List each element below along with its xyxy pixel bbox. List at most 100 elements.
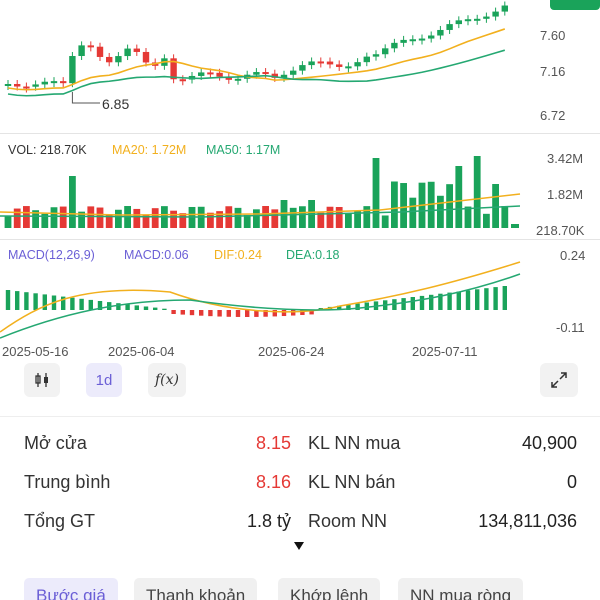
candle-body — [106, 56, 113, 63]
candle-body — [391, 42, 398, 49]
volume-bar — [179, 213, 187, 228]
macd-histogram-bar — [24, 292, 29, 310]
volume-bar — [234, 207, 242, 228]
candle-body — [464, 19, 472, 22]
candle-body — [455, 20, 462, 25]
price-axis-label-high: 7.60 — [540, 28, 566, 43]
candle-body — [437, 29, 444, 36]
volume-bar — [225, 206, 233, 228]
volume-bar — [381, 215, 389, 228]
expand-icon — [551, 372, 567, 388]
volume-bar — [345, 213, 352, 228]
macd-histogram-bar — [79, 298, 84, 310]
candle-body — [124, 48, 131, 57]
macd-axis-label-high: 0.24 — [560, 248, 586, 263]
macd-histogram-bar — [15, 291, 20, 310]
macd-histogram-bar — [33, 293, 38, 310]
candle-body — [354, 62, 361, 67]
candle-body — [60, 81, 67, 84]
candle-body — [492, 11, 499, 17]
volume-bar — [455, 166, 463, 228]
candle-body — [372, 54, 380, 57]
candle-body — [50, 81, 58, 84]
stat-foreign-buy-label: KL NN mua — [308, 433, 401, 453]
volume-bar — [335, 207, 343, 228]
stat-foreign-room-label: Room NN — [308, 511, 388, 531]
macd-histogram-bar — [88, 299, 93, 310]
candle-body — [317, 61, 324, 64]
stat-open-value: 8.15 — [255, 433, 291, 453]
tab-price-step[interactable]: Bước giá — [24, 578, 118, 600]
chart-type-button[interactable] — [24, 363, 60, 397]
volume-bar — [96, 207, 104, 228]
candle-body — [308, 61, 315, 66]
volume-bar — [483, 213, 490, 228]
candle-body — [474, 18, 481, 21]
expand-button[interactable] — [540, 363, 578, 397]
volume-axis-label-mid: 1.82M — [547, 187, 584, 202]
candle-body — [14, 84, 21, 87]
volume-bar — [492, 184, 499, 228]
date-axis-label: 2025-07-11 — [412, 344, 478, 359]
stat-average-value: 8.16 — [255, 472, 291, 492]
macd-histogram-bar — [153, 307, 158, 310]
candle-body — [345, 66, 352, 69]
candle-body — [501, 5, 508, 12]
tab-matched-orders[interactable]: Khớp lệnh — [278, 578, 381, 600]
price-axis-label-mid: 7.16 — [540, 64, 566, 79]
current-price-badge — [550, 0, 600, 10]
volume-bar — [69, 176, 76, 228]
divider — [0, 416, 600, 417]
volume-axis-label-low: 218.70K — [536, 223, 585, 238]
candle-body — [23, 86, 30, 89]
macd-histogram-bar — [180, 310, 185, 315]
candle-body — [290, 70, 297, 75]
volume-bar — [253, 209, 260, 228]
macd-histogram-bar — [162, 308, 167, 310]
macd-histogram-bar — [189, 310, 195, 316]
interval-button[interactable]: 1d — [86, 363, 122, 397]
macd-histogram-bar — [410, 297, 415, 310]
divider — [0, 133, 600, 134]
volume-bar-chart[interactable] — [0, 140, 600, 236]
volume-bar — [473, 156, 481, 228]
macd-histogram-bar — [419, 295, 425, 310]
macd-histogram-bar — [199, 310, 204, 316]
price-candlestick-chart[interactable] — [0, 0, 600, 130]
candle-body — [69, 56, 76, 84]
macd-chart[interactable] — [0, 244, 600, 340]
tab-foreign-net-buy[interactable]: NN mua ròng — [398, 578, 524, 600]
stat-average-label: Trung bình — [24, 472, 111, 492]
tab-liquidity[interactable]: Thanh khoản — [134, 578, 258, 600]
macd-histogram-bar — [226, 310, 231, 317]
candle-body — [336, 64, 343, 67]
volume-bar — [133, 208, 141, 228]
stat-total-value: 1.8 tỷ — [246, 511, 291, 531]
macd-histogram-bar — [401, 298, 406, 310]
expand-stats-caret-icon[interactable] — [294, 542, 304, 550]
divider — [0, 239, 600, 240]
volume-bar — [243, 214, 251, 228]
stat-foreign-sell-label: KL NN bán — [308, 472, 396, 492]
candle-body — [207, 72, 214, 75]
volume-bar — [501, 206, 509, 228]
macd-histogram-bar — [143, 306, 149, 310]
indicator-button[interactable]: f(x) — [148, 363, 186, 397]
candle-body — [326, 61, 334, 65]
macd-axis-label-low: -0.11 — [556, 320, 585, 335]
macd-histogram-bar — [217, 310, 222, 317]
candle-body — [253, 72, 260, 75]
macd-histogram-bar — [465, 290, 471, 310]
stat-foreign-room-value: 134,811,036 — [478, 511, 577, 531]
macd-histogram-bar — [493, 287, 498, 310]
date-axis-label: 2025-06-04 — [108, 344, 175, 359]
volume-bar-current — [511, 224, 519, 228]
volume-bar — [326, 206, 334, 228]
macd-histogram-bar — [70, 297, 75, 310]
candle-body — [78, 45, 85, 56]
macd-histogram-bar — [281, 310, 287, 317]
candle-body — [198, 72, 205, 76]
candle-body — [4, 84, 12, 86]
macd-histogram-bar — [134, 305, 139, 310]
volume-bar — [409, 197, 417, 228]
